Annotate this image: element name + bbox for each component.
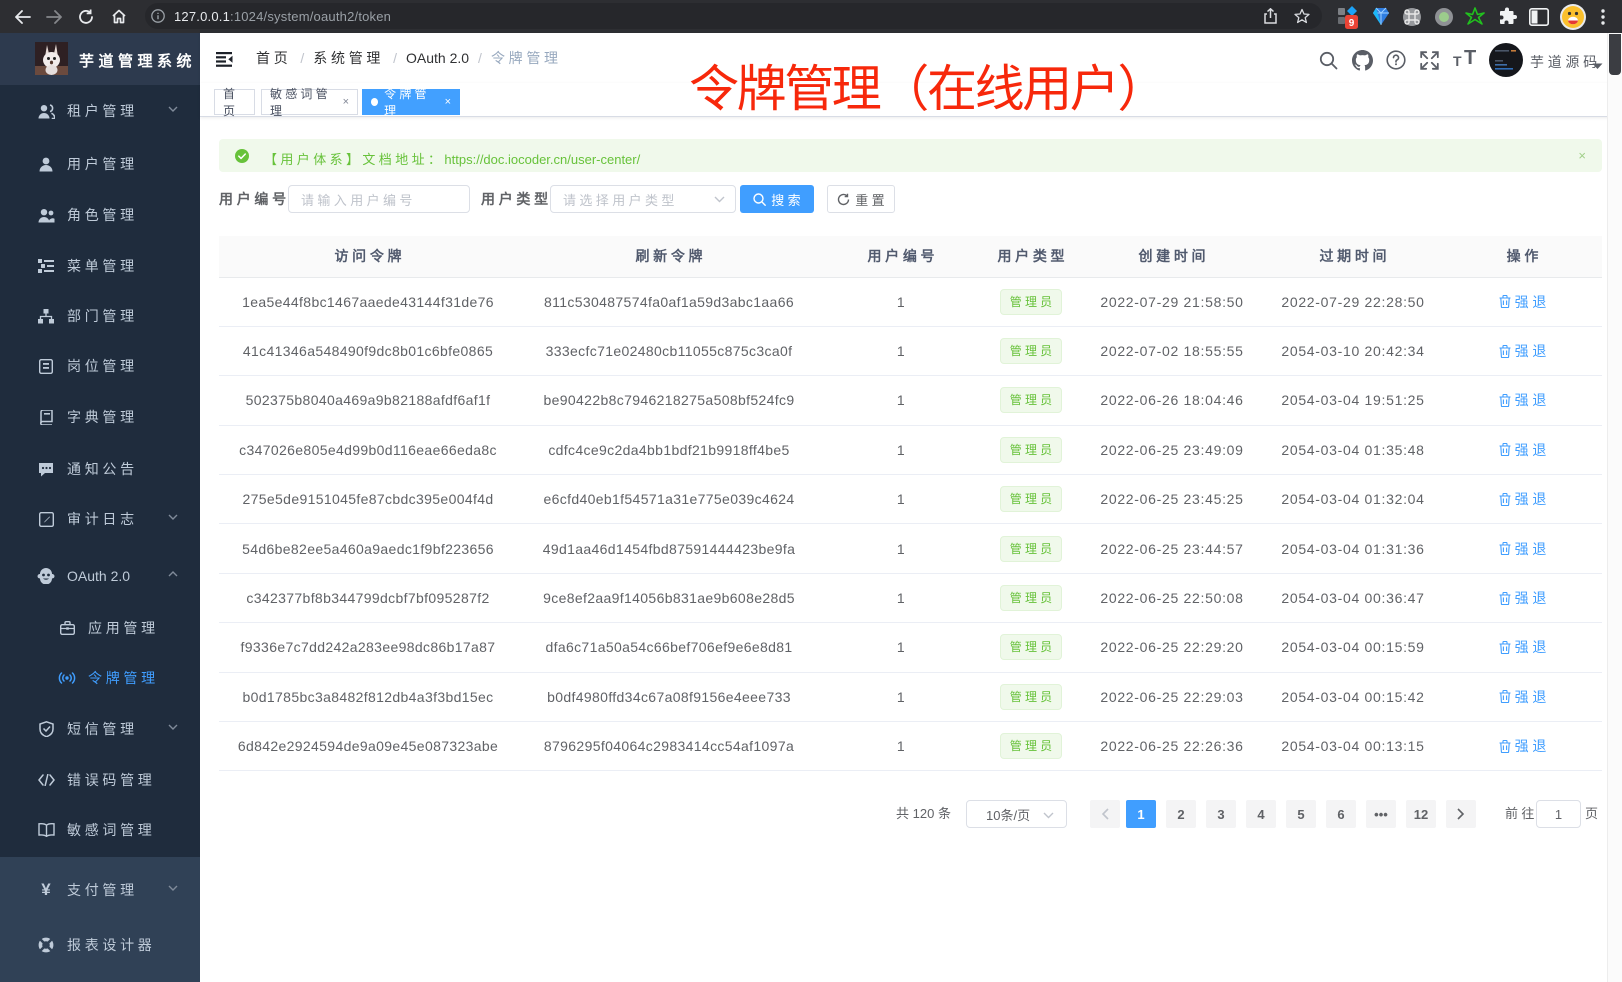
svg-text:9: 9 [1349,18,1355,29]
